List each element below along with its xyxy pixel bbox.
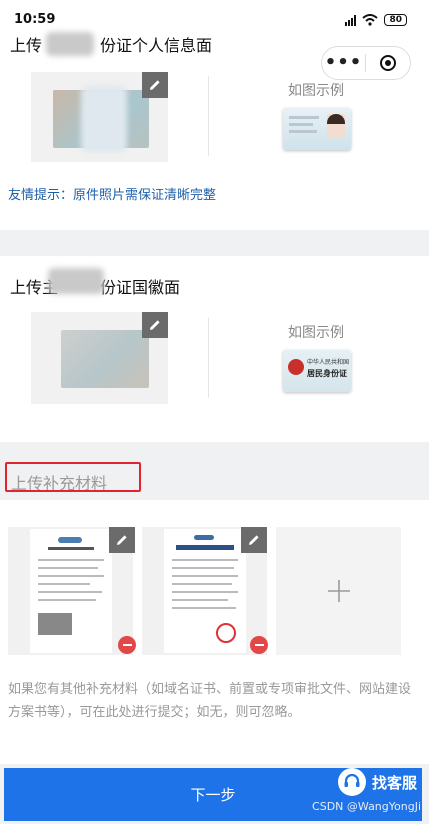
capsule-menu: ••• bbox=[321, 46, 411, 80]
supplement-doc-2 bbox=[164, 529, 246, 653]
battery-indicator: 80 bbox=[384, 14, 407, 26]
supplement-item-2[interactable] bbox=[142, 527, 268, 655]
supplement-1-edit-button[interactable] bbox=[109, 527, 135, 553]
supplement-add-button[interactable] bbox=[276, 527, 401, 655]
emblem-example-label: 如图示例 bbox=[288, 325, 344, 341]
status-bar: 10:59 80 bbox=[0, 0, 429, 27]
watermark: CSDN @WangYongJi bbox=[312, 800, 421, 813]
redacted-name-blur bbox=[46, 32, 94, 56]
plus-icon bbox=[327, 580, 350, 602]
supplement-item-1[interactable] bbox=[8, 527, 136, 655]
pencil-icon bbox=[249, 535, 259, 545]
front-edit-button[interactable] bbox=[142, 72, 168, 98]
front-example-label: 如图示例 bbox=[288, 83, 344, 99]
customer-service-button[interactable]: 找客服 bbox=[332, 762, 423, 802]
emblem-divider bbox=[208, 318, 209, 398]
more-dots-icon[interactable]: ••• bbox=[322, 54, 365, 72]
emblem-card-line2: 居民身份证 bbox=[307, 369, 347, 378]
supplement-2-remove-button[interactable] bbox=[250, 636, 268, 654]
emblem-example-image: 中华人民共和国 居民身份证 bbox=[283, 350, 351, 392]
wifi-icon bbox=[362, 14, 379, 26]
emblem-upload-card: 上传主 份证国徽面 如图示例 中华人民共和国 居民身份证 bbox=[0, 256, 429, 442]
pencil-icon bbox=[150, 320, 160, 330]
pencil-icon bbox=[117, 535, 127, 545]
national-emblem-icon bbox=[288, 359, 304, 375]
status-time: 10:59 bbox=[14, 12, 56, 27]
red-seal-icon bbox=[216, 623, 236, 643]
supplement-card bbox=[0, 500, 429, 764]
supplement-2-edit-button[interactable] bbox=[241, 527, 267, 553]
front-photo-upload[interactable] bbox=[31, 72, 168, 162]
highlight-box bbox=[5, 462, 141, 492]
target-circle-icon[interactable] bbox=[366, 55, 409, 71]
signal-icon bbox=[345, 14, 357, 26]
emblem-photo-upload[interactable] bbox=[31, 312, 168, 404]
redacted-photo-blur bbox=[81, 86, 127, 152]
front-tip-text: 友情提示：原件照片需保证清晰完整 bbox=[8, 188, 217, 203]
supplement-doc-1 bbox=[30, 529, 112, 653]
service-label: 找客服 bbox=[371, 773, 417, 792]
emblem-card-line1: 中华人民共和国 bbox=[307, 359, 350, 366]
front-divider bbox=[208, 76, 209, 156]
emblem-photo-thumbnail bbox=[61, 330, 149, 388]
redacted-name-blur bbox=[48, 268, 104, 294]
headset-icon bbox=[337, 768, 366, 796]
front-section-title: 上传 份证个人信息面 bbox=[10, 36, 213, 55]
front-example-image bbox=[283, 108, 351, 150]
pencil-icon bbox=[150, 80, 160, 90]
supplement-note: 如果您有其他补充材料（如域名证书、前置或专项审批文件、网站建设方案书等），可在此… bbox=[8, 682, 412, 720]
supplement-1-remove-button[interactable] bbox=[118, 636, 136, 654]
emblem-edit-button[interactable] bbox=[142, 312, 168, 338]
status-icons: 80 bbox=[345, 14, 407, 26]
